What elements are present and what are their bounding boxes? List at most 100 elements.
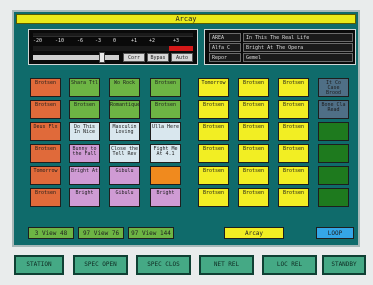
cart-button[interactable]: Brotsen [30,144,61,163]
cart-button[interactable]: Brotsen [238,78,269,97]
cart-button[interactable]: Shara Ttl [69,78,100,97]
cart-button[interactable]: Romantique [109,100,140,119]
cart-button[interactable]: Brotsen [238,166,269,185]
cart-label: Brotsen [202,146,225,152]
tab-view-48[interactable]: 3 View 48 [28,227,74,239]
cart-label: Do This In Nice [73,124,96,135]
bypass-button[interactable]: Bypas [147,53,169,62]
cart-button[interactable]: Deus Flx [30,122,61,141]
audio-meter-panel: -20 -10 -6 -3 0 +1 +2 +3 Corr Bypas Auto [28,29,198,65]
cart-button[interactable]: Bright [150,188,181,207]
cart-button[interactable]: Tomorrow [30,166,61,185]
cart-button[interactable]: Brotsen [198,188,229,207]
cart-label: Masculin Loving [112,124,137,135]
cart-button[interactable] [150,166,181,185]
standby-button[interactable]: STANDBY [322,255,366,275]
cart-label: Brotsen [202,124,225,130]
spec-clos-button[interactable]: SPEC CLOS [136,255,191,275]
cart-label: Brotsen [282,124,305,130]
cart-button[interactable]: Bright [69,188,100,207]
cart-button[interactable] [318,166,349,185]
cart-label: Brotsen [34,80,57,86]
cart-label: Brotsen [282,146,305,152]
cart-button[interactable]: Brotsen [150,78,181,97]
station-button[interactable]: STATION [14,255,64,275]
cart-label: Gibulu [115,190,134,196]
loc-rel-button[interactable]: LOC REL [262,255,317,275]
cart-button[interactable]: Brotsen [278,78,309,97]
cart-button[interactable]: Bone Cla Read [318,100,349,119]
spec-open-button[interactable]: SPEC OPEN [73,255,128,275]
auto-button[interactable]: Auto [171,53,193,62]
cart-button[interactable]: Brotsen [238,144,269,163]
volume-slider-track[interactable] [33,55,119,60]
cart-label: Brotsen [73,102,96,108]
meter-scale-label: -10 [55,38,65,44]
cart-button[interactable]: Brotsen [198,122,229,141]
info-key: Alfa C [209,43,241,52]
cart-button[interactable]: Brotsen [238,188,269,207]
cart-button[interactable]: Brotsen [69,100,100,119]
cart-button[interactable]: Do This In Nice [69,122,100,141]
info-row: Alfa C Bright At The Opera [209,43,353,52]
cart-button[interactable]: Brotsen [278,100,309,119]
cart-button[interactable]: Masculin Loving [109,122,140,141]
cart-button[interactable]: Close the Tell Rev [109,144,140,163]
cart-button[interactable]: Wo Rock [109,78,140,97]
cart-button[interactable]: Ulla Here [150,122,181,141]
cart-button[interactable]: Brotsen [30,78,61,97]
cart-label: Shara Ttl [70,80,99,86]
corr-button[interactable]: Corr [123,53,145,62]
cart-label: Romantique [110,102,140,108]
cart-button[interactable]: Brotsen [238,100,269,119]
cart-label: Brotsen [282,102,305,108]
cart-label: Brotsen [242,124,265,130]
cart-button[interactable]: It Co Case Brood [318,78,349,97]
cart-label: Fight Me At 4.1 [153,146,178,157]
cart-button[interactable]: Brotsen [278,188,309,207]
meter-level-bar [33,46,169,51]
cart-label: Deus Flx [33,124,58,130]
cart-button[interactable]: Brotsen [278,144,309,163]
meter-scale-label: +2 [149,38,156,44]
touchscreen: Arcay -20 -10 -6 -3 0 +1 +2 +3 Corr Bypa… [12,10,360,247]
meter-top-line [33,33,193,37]
cart-label: Brotsen [242,168,265,174]
cart-button[interactable]: Brotsen [198,144,229,163]
cart-button[interactable] [318,122,349,141]
cart-button[interactable]: Tomorrow [198,78,229,97]
cart-button[interactable]: Bright At [69,166,100,185]
net-rel-button[interactable]: NET REL [199,255,254,275]
cart-button[interactable]: Brotsen [198,100,229,119]
cart-button[interactable]: Brotsen [278,122,309,141]
cart-button[interactable]: Brotsen [198,166,229,185]
cart-button[interactable]: Gibulu [109,188,140,207]
screen-title: Arcay [175,15,197,23]
meter-scale-label: +3 [173,38,180,44]
cart-label [319,123,348,125]
cart-button[interactable]: Bunny to the Fall [69,144,100,163]
loop-button[interactable]: LOOP [316,227,354,239]
meter-scale-label: 0 [113,38,117,44]
info-value: Bright At The Opera [243,43,353,52]
cart-button[interactable]: Brotsen [150,100,181,119]
tab-view-76[interactable]: 97 View 76 [78,227,124,239]
cart-button[interactable]: Brotsen [30,188,61,207]
cart-label: Brotsen [282,168,305,174]
cart-label: Brotsen [242,146,265,152]
cart-button[interactable]: Brotsen [30,100,61,119]
cart-label: Bright [156,190,175,196]
volume-slider-handle[interactable] [99,52,105,63]
cart-label: Brotsen [202,168,225,174]
cart-button[interactable]: Brotsen [238,122,269,141]
cart-button[interactable]: Brotsen [278,166,309,185]
info-row: Repor Gemel [209,53,353,62]
meter-scale-label: -3 [95,38,102,44]
screen-title-bar: Arcay [16,14,356,24]
cart-button[interactable] [318,188,349,207]
cart-button[interactable]: Gibulu [109,166,140,185]
cart-button[interactable] [318,144,349,163]
cart-button[interactable]: Fight Me At 4.1 [150,144,181,163]
tab-arcay[interactable]: Arcay [224,227,284,239]
tab-view-144[interactable]: 97 View 144 [128,227,174,239]
